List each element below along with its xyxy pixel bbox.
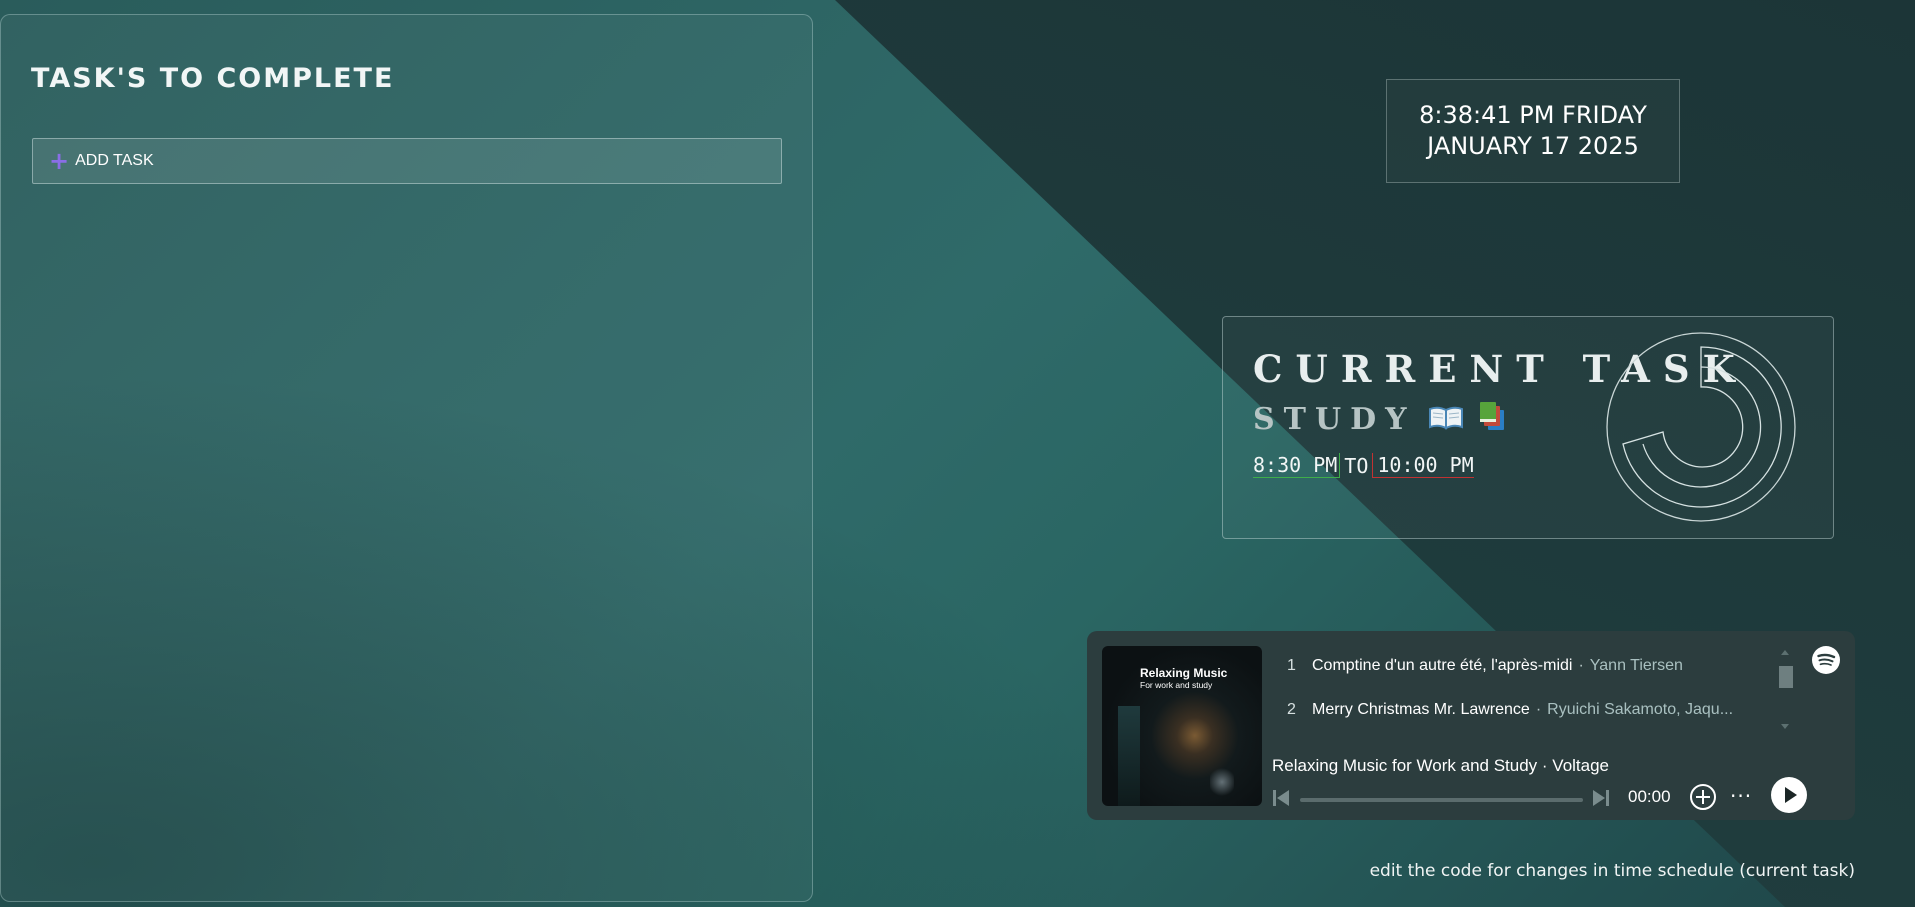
open-book-icon	[1428, 403, 1464, 435]
add-task-button[interactable]: + ADD TASK	[32, 138, 782, 184]
more-icon[interactable]: ···	[1730, 784, 1752, 808]
track-row[interactable]: 1 Comptine d'un autre été, l'après-midi …	[1287, 657, 1683, 675]
clock-date: JANUARY 17 2025	[1427, 132, 1639, 160]
spotify-icon[interactable]	[1811, 645, 1841, 675]
playback-controls: 00:00 ···	[1270, 777, 1832, 814]
track-number: 1	[1287, 657, 1296, 674]
spotify-player[interactable]: Relaxing Music For work and study 1 Comp…	[1087, 631, 1855, 820]
previous-icon[interactable]	[1272, 789, 1290, 807]
next-icon[interactable]	[1592, 789, 1610, 807]
clock-widget: 8:38:41 PM FRIDAY JANUARY 17 2025	[1386, 79, 1680, 183]
start-time: 8:30 PM	[1253, 453, 1341, 478]
track-number: 2	[1287, 701, 1296, 718]
tracklist-scrollbar[interactable]	[1779, 650, 1793, 730]
cover-light	[1210, 766, 1234, 798]
plus-icon: +	[49, 147, 70, 175]
track-title: Comptine d'un autre été, l'après-midi	[1312, 657, 1573, 674]
now-playing-title[interactable]: Relaxing Music for Work and Study · Volt…	[1272, 756, 1609, 776]
cover-subtitle: For work and study	[1140, 680, 1213, 690]
footer-note: edit the code for changes in time schedu…	[1369, 861, 1855, 881]
end-time: 10:00 PM	[1372, 453, 1474, 478]
tasks-title: TASK'S TO COMPLETE	[31, 63, 395, 94]
track-artist[interactable]: Yann Tiersen	[1590, 657, 1683, 675]
scrollbar-thumb[interactable]	[1779, 666, 1793, 688]
tasks-panel: TASK'S TO COMPLETE + ADD TASK	[0, 14, 813, 902]
scroll-down-icon[interactable]	[1781, 724, 1789, 729]
add-icon[interactable]	[1688, 782, 1718, 812]
current-task-row: STUDY	[1253, 400, 1510, 438]
track-separator: ·	[1535, 701, 1542, 718]
scroll-up-icon[interactable]	[1781, 650, 1789, 655]
play-icon[interactable]	[1770, 776, 1808, 814]
track-artist[interactable]: Ryuichi Sakamoto, Jaqu...	[1547, 701, 1733, 719]
current-task-name: STUDY	[1253, 401, 1416, 437]
books-icon	[1476, 400, 1510, 438]
cover-window	[1118, 706, 1140, 806]
current-task-card: CURRENT TASK STUDY 8:30 PM TO 10:00 PM	[1222, 316, 1834, 539]
playback-time: 00:00	[1628, 787, 1671, 806]
add-task-label: ADD TASK	[75, 152, 154, 169]
album-cover[interactable]: Relaxing Music For work and study	[1102, 646, 1262, 806]
time-separator: TO	[1344, 454, 1369, 478]
track-title: Merry Christmas Mr. Lawrence	[1312, 701, 1530, 718]
current-task-time: 8:30 PM TO 10:00 PM	[1253, 453, 1474, 478]
cover-title: Relaxing Music	[1140, 666, 1228, 680]
track-row[interactable]: 2 Merry Christmas Mr. Lawrence · Ryuichi…	[1287, 701, 1733, 719]
track-separator: ·	[1578, 657, 1584, 674]
clock-time: 8:38:41 PM FRIDAY	[1419, 101, 1647, 129]
progress-bar[interactable]	[1300, 798, 1583, 802]
progress-rings	[1606, 332, 1796, 522]
